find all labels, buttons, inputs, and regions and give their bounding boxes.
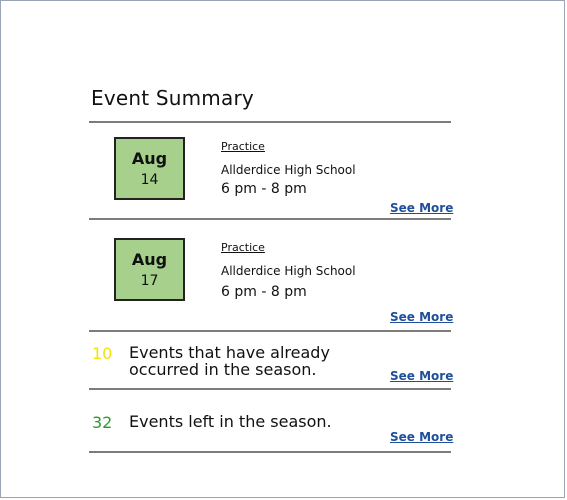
event-day: 17 (140, 273, 159, 289)
remaining-events-count: 32 (92, 413, 113, 432)
event-location: Allderdice High School (221, 264, 356, 278)
event-month: Aug (131, 149, 168, 168)
event-date-box: Aug 17 (114, 238, 185, 301)
event-type-link[interactable]: Practice (221, 140, 265, 153)
event-type-link[interactable]: Practice (221, 241, 265, 254)
divider (89, 121, 451, 123)
divider (89, 218, 451, 220)
see-more-link[interactable]: See More (390, 369, 453, 383)
event-month: Aug (131, 250, 168, 269)
divider (89, 451, 451, 453)
event-location: Allderdice High School (221, 163, 356, 177)
event-time: 6 pm - 8 pm (221, 181, 307, 197)
divider (89, 330, 451, 332)
past-events-count: 10 (92, 344, 113, 363)
past-events-text: Events that have already occurred in the… (129, 343, 330, 379)
divider (89, 388, 451, 390)
page-title: Event Summary (91, 86, 254, 110)
event-date-box: Aug 14 (114, 137, 185, 200)
see-more-link[interactable]: See More (390, 430, 453, 444)
see-more-link[interactable]: See More (390, 310, 453, 324)
remaining-events-text: Events left in the season. (129, 412, 332, 431)
event-time: 6 pm - 8 pm (221, 284, 307, 300)
see-more-link[interactable]: See More (390, 201, 453, 215)
event-day: 14 (140, 172, 159, 188)
